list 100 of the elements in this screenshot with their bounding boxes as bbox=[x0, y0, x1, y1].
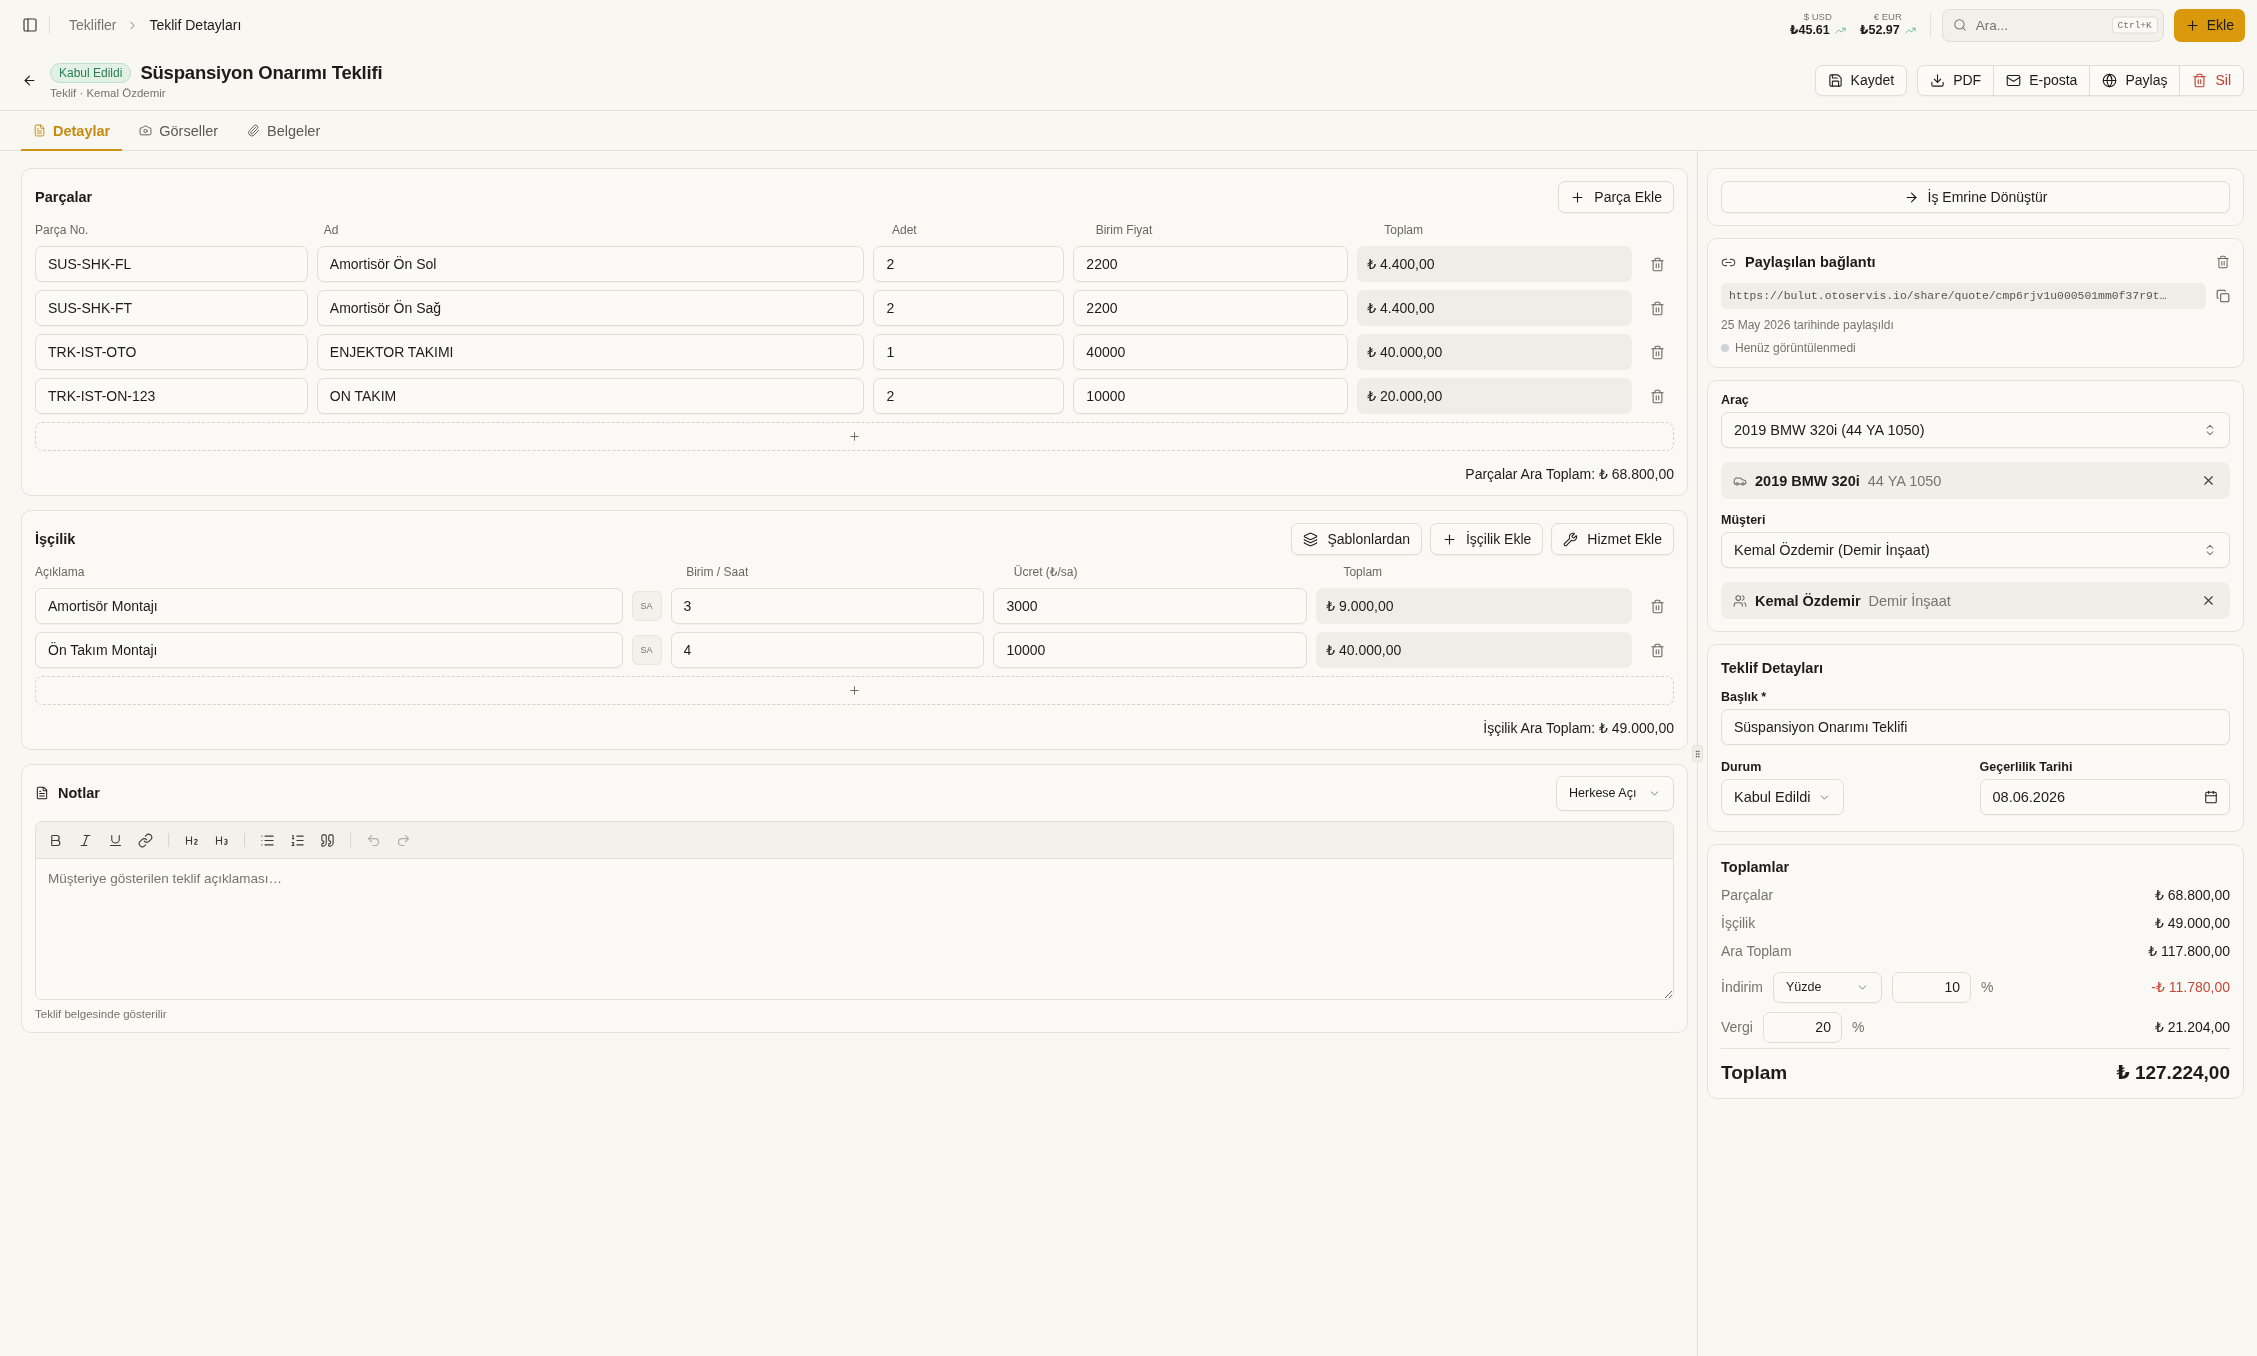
hours-field[interactable]: 3 bbox=[670, 588, 985, 624]
total-label: Ara Toplam bbox=[1721, 943, 1792, 959]
company-name: Demir İnşaat bbox=[1868, 592, 1951, 609]
numbered-list-icon[interactable] bbox=[290, 832, 305, 848]
unit-price-field[interactable]: 2200 bbox=[1073, 290, 1349, 326]
convert-button[interactable]: İş Emrine Dönüştür bbox=[1721, 181, 2230, 213]
plus-icon bbox=[848, 684, 861, 697]
italic-icon[interactable] bbox=[78, 832, 93, 848]
date-field[interactable]: 08.06.2026 bbox=[1979, 779, 2230, 815]
vehicle-select[interactable]: 2019 BMW 320i (44 YA 1050) bbox=[1721, 412, 2230, 448]
close-icon[interactable] bbox=[2201, 473, 2216, 488]
labor-action-button[interactable]: Şablonlardan bbox=[1291, 523, 1422, 555]
share-url-field[interactable]: https://bulut.otoservis.io/share/quote/cmp6rjv1u000501mm0f37r9t… bbox=[1721, 283, 2206, 309]
discount-type-select[interactable]: Yüzde bbox=[1773, 971, 1882, 1003]
grand-total-value: ₺ 127.224,00 bbox=[2116, 1061, 2230, 1084]
underline-icon[interactable] bbox=[108, 832, 123, 848]
quantity-field[interactable]: 2 bbox=[873, 246, 1065, 282]
part-name-field[interactable]: ENJEKTOR TAKIMI bbox=[316, 334, 865, 370]
discount-field[interactable]: 10 bbox=[1892, 971, 1971, 1003]
tax-amount: ₺ 21.204,00 bbox=[2154, 1019, 2230, 1035]
part-name-field[interactable]: Amortisör Ön Sağ bbox=[316, 290, 865, 326]
part-number-field[interactable]: SUS-SHK-FL bbox=[35, 246, 308, 282]
labor-action-button[interactable]: İşçilik Ekle bbox=[1429, 523, 1544, 555]
currency-label: $ USD bbox=[1803, 12, 1832, 24]
discount-amount: -₺ 11.780,00 bbox=[2151, 979, 2230, 995]
total-value: ₺ 117.800,00 bbox=[2148, 943, 2230, 959]
visibility-select[interactable]: Herkese Açı bbox=[1556, 775, 1674, 811]
status-badge: Kabul Edildi bbox=[50, 62, 132, 83]
quantity-field[interactable]: 1 bbox=[873, 334, 1065, 370]
total-label: Vergi bbox=[1721, 1019, 1753, 1035]
total-label: İşçilik bbox=[1721, 915, 1756, 931]
rate-field[interactable]: 10000 bbox=[993, 632, 1308, 668]
back-arrow-icon[interactable] bbox=[22, 72, 37, 88]
helper-text: Teklif belgesinde gösterilir bbox=[35, 1008, 167, 1020]
quote-icon[interactable] bbox=[320, 832, 335, 848]
total-label: İndirim bbox=[1721, 979, 1763, 995]
unit-price-field[interactable]: 10000 bbox=[1073, 378, 1349, 414]
wrench-icon bbox=[1563, 531, 1579, 547]
add-part-button[interactable]: Parça Ekle bbox=[1558, 181, 1674, 213]
rate-field[interactable]: 3000 bbox=[993, 588, 1308, 624]
trash-icon[interactable] bbox=[1650, 388, 1665, 404]
resize-grip-icon[interactable] bbox=[1692, 745, 1703, 762]
section-title: Parçalar bbox=[35, 189, 93, 205]
action-button[interactable]: PDF bbox=[1917, 64, 1995, 96]
trash-icon bbox=[2192, 72, 2208, 88]
line-total: ₺ 40.000,00 bbox=[1316, 632, 1632, 668]
unit-price-field[interactable]: 2200 bbox=[1073, 246, 1349, 282]
text-editor[interactable]: Müşteriye gösterilen teklif açıklaması… bbox=[35, 821, 1674, 1000]
vehicle-name: 2019 BMW 320i bbox=[1755, 472, 1860, 489]
line-total: ₺ 4.400,00 bbox=[1357, 246, 1632, 282]
action-button[interactable]: E-posta bbox=[1993, 64, 2091, 96]
link-icon[interactable] bbox=[138, 832, 153, 848]
part-name-field[interactable]: Amortisör Ön Sol bbox=[316, 246, 865, 282]
tax-field[interactable]: 20 bbox=[1762, 1011, 1842, 1043]
field-label: Başlık * bbox=[1721, 690, 1767, 704]
bold-icon[interactable] bbox=[48, 832, 63, 848]
paperclip-icon bbox=[247, 124, 261, 137]
download-icon bbox=[1930, 72, 1946, 88]
title-field[interactable]: Süspansiyon Onarımı Teklifi bbox=[1721, 709, 2230, 745]
camera-icon bbox=[139, 124, 153, 137]
labor-action-button[interactable]: Hizmet Ekle bbox=[1551, 523, 1674, 555]
quantity-field[interactable]: 2 bbox=[873, 378, 1065, 414]
part-number-field[interactable]: SUS-SHK-FT bbox=[35, 290, 308, 326]
trash-icon[interactable] bbox=[1650, 642, 1665, 658]
license-plate: 44 YA 1050 bbox=[1867, 472, 1942, 489]
status-select[interactable]: Kabul Edildi bbox=[1721, 779, 1844, 815]
action-button[interactable]: Paylaş bbox=[2089, 64, 2181, 96]
plus-icon bbox=[848, 430, 861, 443]
trash-icon[interactable] bbox=[1650, 256, 1665, 272]
sidebar-toggle-icon[interactable] bbox=[22, 17, 38, 33]
copy-icon[interactable] bbox=[2216, 289, 2230, 303]
unit-price-field[interactable]: 40000 bbox=[1073, 334, 1349, 370]
action-button[interactable]: Kaydet bbox=[1814, 64, 1908, 96]
search-icon bbox=[1952, 18, 1967, 32]
trash-icon[interactable] bbox=[2216, 255, 2230, 269]
bullet-list-icon[interactable] bbox=[260, 832, 275, 848]
part-number-field[interactable]: TRK-IST-OTO bbox=[35, 334, 308, 370]
grand-total-label: Toplam bbox=[1721, 1061, 1788, 1084]
part-number-field[interactable]: TRK-IST-ON-123 bbox=[35, 378, 308, 414]
document-icon bbox=[33, 124, 46, 137]
description-field[interactable]: Amortisör Montajı bbox=[35, 588, 623, 624]
add-button[interactable]: Ekle bbox=[2173, 8, 2245, 42]
tab[interactable]: Belgeler bbox=[235, 112, 333, 151]
quantity-field[interactable]: 2 bbox=[873, 290, 1065, 326]
trash-icon[interactable] bbox=[1650, 300, 1665, 316]
hours-field[interactable]: 4 bbox=[670, 632, 985, 668]
description-field[interactable]: Ön Takım Montajı bbox=[35, 632, 623, 668]
trash-icon[interactable] bbox=[1650, 344, 1665, 360]
close-icon[interactable] bbox=[2201, 593, 2216, 608]
trash-icon[interactable] bbox=[1650, 598, 1665, 614]
customer-select[interactable]: Kemal Özdemir (Demir İnşaat) bbox=[1721, 532, 2230, 568]
document-icon bbox=[35, 786, 49, 800]
column-header: Toplam bbox=[1343, 565, 1383, 579]
calendar-icon[interactable] bbox=[2204, 790, 2218, 804]
part-name-field[interactable]: ON TAKIM bbox=[316, 378, 865, 414]
breadcrumb-link[interactable]: Teklifler bbox=[69, 17, 117, 33]
field-label: Müşteri bbox=[1721, 513, 1766, 527]
action-button[interactable]: Sil bbox=[2179, 64, 2244, 96]
tab[interactable]: Görseller bbox=[127, 112, 231, 151]
plus-icon bbox=[2184, 17, 2200, 33]
